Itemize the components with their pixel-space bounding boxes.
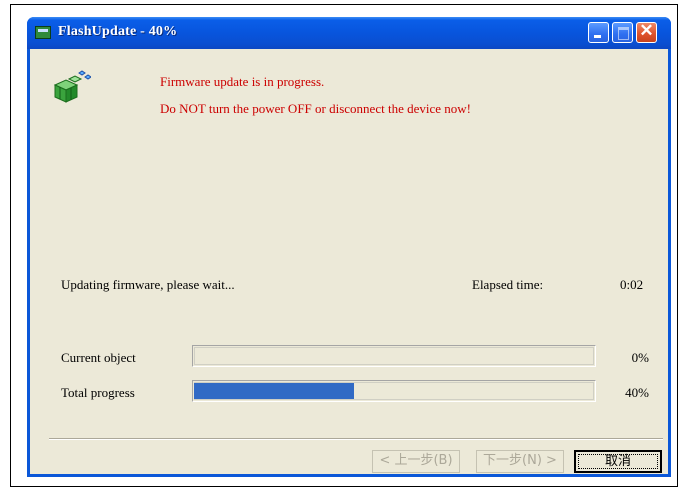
close-icon: ✕ xyxy=(639,21,654,40)
app-window-icon xyxy=(35,26,51,39)
window-title: FlashUpdate - 40% xyxy=(58,24,178,39)
next-button[interactable]: 下一步(N) > xyxy=(476,450,564,473)
current-object-percent: 0% xyxy=(631,350,649,365)
button-separator xyxy=(49,438,663,440)
cancel-button-label: 取消 xyxy=(604,454,631,469)
setup-boxes-icon xyxy=(53,70,91,103)
current-object-label: Current object xyxy=(61,350,136,365)
elapsed-time-label: Elapsed time: xyxy=(472,277,544,292)
flashupdate-window: FlashUpdate - 40% ✕ Firmware update is i… xyxy=(27,17,671,477)
elapsed-time-value: 0:02 xyxy=(620,277,644,292)
power-warning-message: Do NOT turn the power OFF or disconnect … xyxy=(160,101,471,116)
back-button[interactable]: < 上一步(B) xyxy=(372,450,460,473)
status-text: Updating firmware, please wait... xyxy=(61,277,235,292)
title-bar[interactable]: FlashUpdate - 40% ✕ xyxy=(27,17,671,49)
close-button[interactable]: ✕ xyxy=(636,21,657,43)
maximize-button[interactable] xyxy=(612,22,633,43)
dialog-body: Firmware update is in progress. Do NOT t… xyxy=(30,49,668,474)
update-in-progress-message: Firmware update is in progress. xyxy=(160,74,325,89)
current-object-progress-bar xyxy=(192,345,596,367)
minimize-button[interactable] xyxy=(588,22,609,43)
total-progress-label: Total progress xyxy=(61,385,135,400)
total-progress-fill xyxy=(194,383,354,399)
total-progress-bar xyxy=(192,380,596,402)
total-progress-percent: 40% xyxy=(625,385,649,400)
cancel-button[interactable]: 取消 xyxy=(574,450,662,473)
